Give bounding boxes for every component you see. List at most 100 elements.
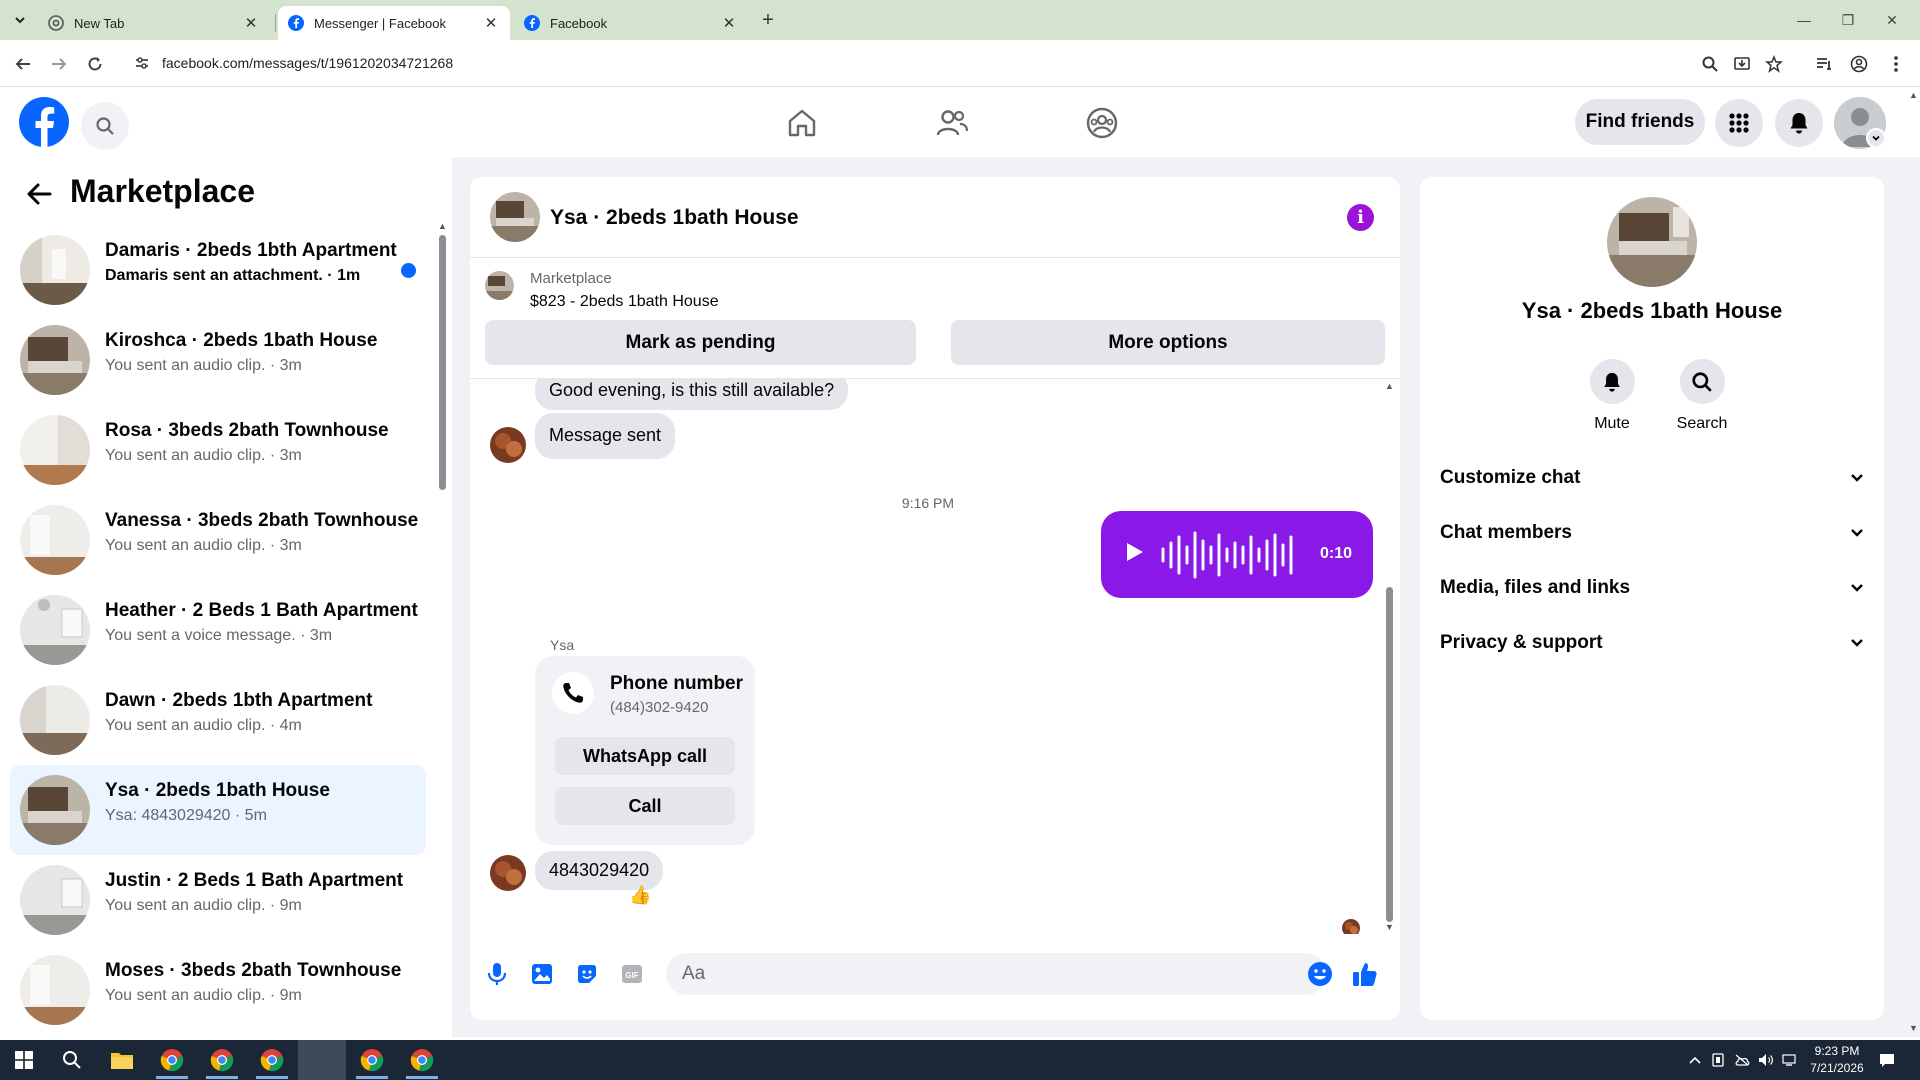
start-button[interactable]	[0, 1040, 48, 1080]
conversation-item[interactable]: Moses · 3beds 2bath Townhouse You sent a…	[10, 945, 426, 1035]
conversation-item[interactable]: Damaris · 2beds 1bth Apartment Damaris s…	[10, 225, 426, 315]
minimize-button[interactable]: —	[1782, 0, 1826, 40]
taskbar-app-blank[interactable]	[298, 1040, 346, 1080]
reaction-thumbs-up-icon[interactable]: 👍	[629, 885, 651, 906]
forward-button[interactable]	[46, 51, 72, 77]
scroll-up-icon[interactable]: ▲	[1909, 90, 1918, 100]
scroll-up-icon[interactable]: ▲	[438, 221, 447, 231]
conversation-photo[interactable]	[1607, 197, 1697, 287]
conversation-item[interactable]: Justin · 2 Beds 1 Bath Apartment You sen…	[10, 855, 426, 945]
taskbar-chrome-2[interactable]	[198, 1040, 246, 1080]
chat-thumbnail[interactable]	[490, 192, 540, 242]
tray-device-icon[interactable]	[1709, 1051, 1727, 1069]
message-scrollbar[interactable]: ▲ ▼	[1383, 379, 1395, 934]
install-app-icon[interactable]	[1730, 52, 1754, 76]
new-tab-button[interactable]: +	[756, 8, 780, 32]
listing-thumbnail	[20, 595, 90, 665]
conversation-item-selected[interactable]: Ysa · 2beds 1bath House Ysa: 4843029420 …	[10, 765, 426, 855]
notification-center-icon[interactable]	[1878, 1051, 1896, 1069]
listing-title[interactable]: $823 - 2beds 1bath House	[530, 293, 719, 311]
section-media-files-links[interactable]: Media, files and links	[1440, 565, 1864, 611]
notifications-button[interactable]	[1775, 99, 1823, 147]
tray-volume-icon[interactable]	[1757, 1051, 1775, 1069]
menu-button[interactable]	[1715, 99, 1763, 147]
message-input[interactable]: Aa	[666, 953, 1326, 995]
conversation-item[interactable]: Dawn · 2beds 1bth Apartment You sent an …	[10, 675, 426, 765]
section-customize-chat[interactable]: Customize chat	[1440, 455, 1864, 501]
reading-list-icon[interactable]	[1812, 52, 1836, 76]
chat-title[interactable]: Ysa · 2beds 1bath House	[550, 206, 799, 230]
bell-icon	[1604, 372, 1620, 392]
scrollbar-thumb[interactable]	[1386, 587, 1393, 922]
sidebar-scrollbar[interactable]: ▲ ▼	[437, 217, 447, 1037]
conversation-preview: You sent an audio clip. · 3m	[105, 447, 302, 464]
mute-button[interactable]: Mute	[1572, 359, 1652, 433]
grid-menu-icon	[1729, 113, 1749, 133]
conversation-item[interactable]: Vanessa · 3beds 2bath Townhouse You sent…	[10, 495, 426, 585]
info-icon[interactable]: i	[1347, 204, 1374, 231]
tray-cloud-icon[interactable]	[1733, 1051, 1751, 1069]
nav-friends[interactable]	[922, 99, 982, 147]
tab-search-button[interactable]	[8, 8, 32, 32]
taskbar-chrome-1[interactable]	[148, 1040, 196, 1080]
tab-facebook[interactable]: Facebook ✕	[514, 6, 748, 40]
profile-icon[interactable]	[1847, 52, 1871, 76]
file-explorer-button[interactable]	[98, 1040, 146, 1080]
microphone-icon[interactable]	[480, 957, 514, 991]
sender-avatar[interactable]	[490, 427, 526, 463]
sticker-icon[interactable]	[570, 957, 604, 991]
whatsapp-call-button[interactable]: WhatsApp call	[555, 737, 735, 775]
facebook-search-button[interactable]	[81, 102, 129, 150]
sender-avatar[interactable]	[490, 855, 526, 891]
scroll-up-icon[interactable]: ▲	[1385, 381, 1394, 391]
nav-groups[interactable]	[1072, 99, 1132, 147]
taskbar-search-button[interactable]	[48, 1040, 96, 1080]
scroll-down-icon[interactable]: ▼	[1385, 922, 1394, 932]
close-tab-icon[interactable]: ✕	[242, 14, 260, 32]
close-window-button[interactable]: ✕	[1870, 0, 1914, 40]
close-tab-icon[interactable]: ✕	[720, 14, 738, 32]
conversation-name: Justin · 2 Beds 1 Bath Apartment	[105, 870, 404, 891]
play-icon[interactable]	[1125, 541, 1145, 563]
tray-chevron-up-icon[interactable]	[1686, 1051, 1704, 1069]
section-chat-members[interactable]: Chat members	[1440, 510, 1864, 556]
conversation-item[interactable]: Rosa · 3beds 2bath Townhouse You sent an…	[10, 405, 426, 495]
search-in-conversation-button[interactable]: Search	[1662, 359, 1742, 433]
gif-icon[interactable]: GIF	[615, 957, 649, 991]
audio-message[interactable]: 0:10	[1101, 511, 1373, 598]
taskbar-chrome-3[interactable]	[248, 1040, 296, 1080]
find-friends-button[interactable]: Find friends	[1575, 99, 1705, 145]
facebook-logo-icon[interactable]	[19, 97, 69, 147]
like-thumbs-up-icon[interactable]	[1348, 957, 1382, 991]
reload-button[interactable]	[82, 51, 108, 77]
taskbar-chrome-4[interactable]	[348, 1040, 396, 1080]
scrollbar-thumb[interactable]	[439, 235, 446, 490]
conversation-item[interactable]: Heather · 2 Beds 1 Bath Apartment You se…	[10, 585, 426, 675]
zoom-icon[interactable]	[1698, 52, 1722, 76]
kebab-menu-icon[interactable]	[1884, 52, 1908, 76]
conversation-preview: You sent an audio clip. · 4m	[105, 717, 302, 734]
taskbar-clock[interactable]: 9:23 PM 7/21/2026	[1792, 1043, 1882, 1077]
photo-icon[interactable]	[525, 957, 559, 991]
mark-as-pending-button[interactable]: Mark as pending	[485, 320, 916, 365]
address-bar[interactable]: facebook.com/messages/t/1961202034721268	[126, 45, 1778, 81]
bookmark-star-icon[interactable]	[1762, 52, 1786, 76]
page-scrollbar[interactable]: ▲ ▼	[1904, 87, 1920, 1037]
restore-button[interactable]: ❐	[1826, 0, 1870, 40]
back-arrow-button[interactable]	[24, 179, 54, 209]
taskbar-chrome-5[interactable]	[398, 1040, 446, 1080]
call-button[interactable]: Call	[555, 787, 735, 825]
section-privacy-support[interactable]: Privacy & support	[1440, 620, 1864, 666]
account-caret[interactable]	[1866, 128, 1886, 148]
chat-header: Ysa · 2beds 1bath House i	[470, 177, 1400, 258]
close-tab-icon[interactable]: ✕	[482, 14, 500, 32]
tab-new-tab[interactable]: New Tab ✕	[38, 6, 270, 40]
back-button[interactable]	[10, 51, 36, 77]
nav-home[interactable]	[772, 99, 832, 147]
more-options-button[interactable]: More options	[951, 320, 1385, 365]
scroll-down-icon[interactable]: ▼	[1909, 1023, 1918, 1033]
emoji-icon[interactable]	[1303, 957, 1337, 991]
tab-messenger[interactable]: Messenger | Facebook ✕	[278, 6, 510, 40]
facebook-header: Find friends	[0, 87, 1920, 157]
conversation-item[interactable]: Kiroshca · 2beds 1bath House You sent an…	[10, 315, 426, 405]
